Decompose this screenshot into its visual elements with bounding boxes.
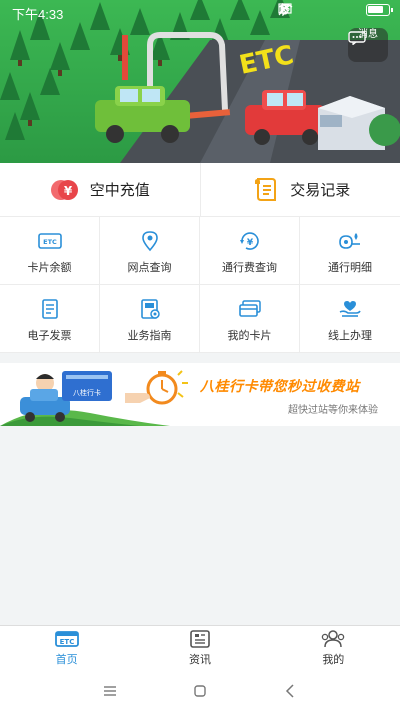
bottom-nav: ETC 首页 资讯 我的	[0, 625, 400, 670]
promo-banner[interactable]: 八桂行卡 八桂行卡带您秒过收费站 超快过站等你来体验	[0, 363, 400, 426]
recharge-label: 空中充值	[89, 181, 150, 199]
service-label: 业务指南	[127, 329, 172, 342]
battery-icon	[366, 4, 393, 16]
svg-text:ETC: ETC	[59, 638, 74, 646]
service-label: 通行费查询	[222, 261, 277, 274]
etc-home-icon: ETC	[54, 631, 79, 647]
invoice-icon	[41, 299, 58, 319]
service-guide[interactable]: 业务指南	[100, 285, 200, 353]
svg-text:ETC: ETC	[43, 238, 57, 246]
service-label: 卡片余额	[27, 261, 72, 274]
top-actions: ¥ 空中充值 交易记录	[0, 163, 400, 217]
recharge-button[interactable]: ¥ 空中充值	[0, 163, 200, 216]
back-chevron-icon[interactable]	[280, 681, 300, 701]
etc-card-icon: ETC	[37, 233, 62, 249]
status-time: 下午4:33	[12, 7, 64, 22]
route-detail-icon	[339, 233, 360, 249]
service-label: 通行明细	[328, 261, 372, 274]
news-icon	[190, 630, 210, 648]
receipt-scroll-icon	[255, 177, 277, 201]
chat-bubble-icon	[348, 31, 366, 45]
sim-off-icon	[278, 3, 336, 17]
nav-news-label: 资讯	[188, 653, 211, 666]
hand-heart-icon	[339, 301, 361, 317]
service-online-apply[interactable]: 线上办理	[300, 285, 400, 353]
guide-book-icon	[140, 299, 160, 319]
menu-icon[interactable]	[100, 681, 120, 701]
nav-profile-label: 我的	[322, 653, 345, 666]
location-pin-icon	[141, 231, 158, 252]
nav-news[interactable]: 资讯	[133, 626, 266, 670]
service-e-invoice[interactable]: 电子发票	[0, 285, 100, 353]
system-nav-bar	[0, 670, 400, 711]
svg-text:¥: ¥	[246, 238, 253, 248]
service-label: 我的卡片	[227, 329, 272, 342]
promo-slogan: 八桂行卡带您秒过收费站	[200, 379, 360, 395]
service-card-balance[interactable]: ETC 卡片余额	[0, 217, 100, 285]
wifi-icon	[278, 3, 358, 17]
etc-toll-illustration: ETC	[0, 0, 400, 163]
service-my-cards[interactable]: 我的卡片	[200, 285, 300, 353]
message-button[interactable]: 消息	[348, 28, 388, 62]
home-square-icon[interactable]	[190, 681, 210, 701]
nav-home[interactable]: ETC 首页	[0, 626, 133, 670]
service-outlet-search[interactable]: 网点查询	[100, 217, 200, 285]
transaction-records-button[interactable]: 交易记录	[199, 163, 400, 216]
recharge-coin-icon: ¥	[50, 179, 78, 200]
status-bar: 下午4:33	[0, 0, 400, 24]
nav-profile[interactable]: 我的	[267, 626, 400, 670]
service-label: 网点查询	[127, 261, 172, 274]
app-page: ETC 下午4:33 消息 ¥ 空中充值 交易记录 ETC 卡片余额 网点查询 …	[0, 0, 400, 711]
service-label: 线上办理	[328, 329, 372, 342]
promo-subtitle: 超快过站等你来体验	[288, 405, 378, 416]
service-trip-details[interactable]: 通行明细	[300, 217, 400, 285]
mute-bell-icon	[278, 3, 314, 17]
cards-icon	[238, 300, 261, 317]
service-toll-search[interactable]: ¥ 通行费查询	[200, 217, 300, 285]
svg-text:八桂行卡: 八桂行卡	[73, 388, 101, 397]
yen-circle-icon: ¥	[239, 232, 259, 250]
service-label: 电子发票	[27, 329, 72, 342]
nav-home-label: 首页	[55, 653, 78, 666]
profile-group-icon	[322, 630, 345, 648]
transaction-records-label: 交易记录	[290, 181, 351, 199]
service-grid: ETC 卡片余额 网点查询 ¥ 通行费查询 通行明细 电子发票 业务指南 我的卡…	[0, 217, 400, 353]
hero-banner: ETC 下午4:33 消息	[0, 0, 400, 163]
svg-text:¥: ¥	[64, 184, 73, 198]
